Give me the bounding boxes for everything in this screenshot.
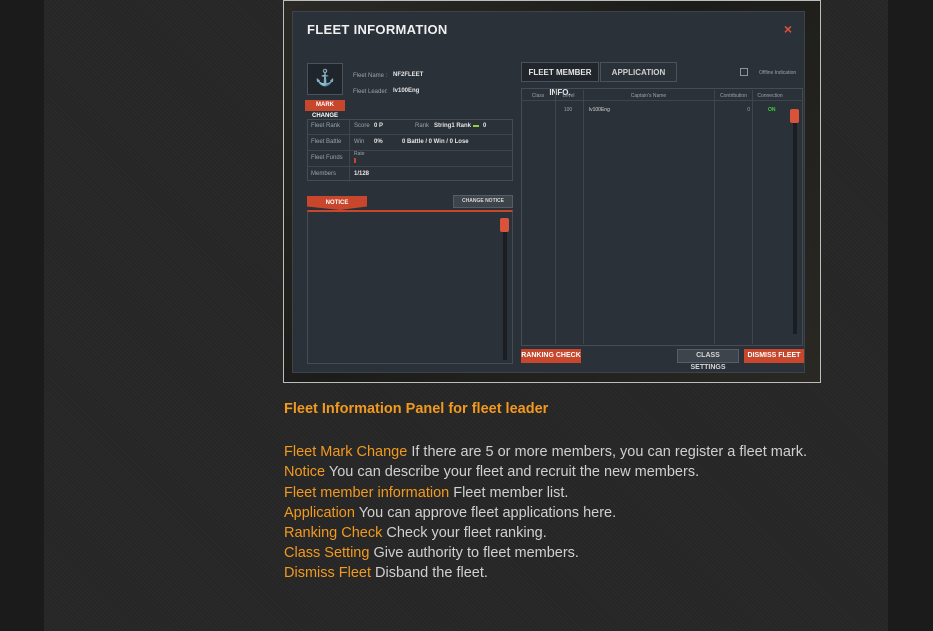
ranking-check-button[interactable]: RANKING CHECK xyxy=(521,349,581,363)
fleet-emblem-icon: ⚓ xyxy=(307,63,343,95)
class-settings-button[interactable]: CLASS SETTINGS xyxy=(677,349,739,371)
fleet-name-separator: : xyxy=(386,73,388,79)
caption-item: Notice You can describe your fleet and r… xyxy=(284,462,699,482)
caption-term: Fleet member information xyxy=(284,485,450,501)
caption-term: Application xyxy=(284,505,355,521)
caption-term: Fleet Mark Change xyxy=(284,444,408,460)
tab-fleet-member-info[interactable]: FLEET MEMBER INFO. xyxy=(521,62,599,97)
caption-item: Application You can approve fleet applic… xyxy=(284,503,616,523)
fleet-battle-label: Fleet Battle xyxy=(311,139,342,145)
funds-rate: Rate xyxy=(354,151,365,157)
fleet-leader-label: Fleet Leader xyxy=(353,89,387,95)
column-class: Class xyxy=(531,93,545,99)
row-level: 100 xyxy=(563,107,573,113)
column-level: Level xyxy=(562,93,575,99)
caption-item: Class Setting Give authority to fleet me… xyxy=(284,543,579,563)
member-scroll-thumb[interactable] xyxy=(790,109,799,123)
fleet-battle-row: Fleet Battle Win 0% 0 Battle / 0 Win / 0… xyxy=(307,135,513,151)
row-connection-status: ON xyxy=(768,107,776,113)
offline-indication-label: Offline Indication xyxy=(759,70,797,76)
caption-item: Fleet member information Fleet member li… xyxy=(284,483,568,503)
caption-term: Ranking Check xyxy=(284,525,383,541)
rank-value: String1 Rank xyxy=(434,123,472,129)
column-divider xyxy=(555,90,556,344)
members-row: Members 1/128 xyxy=(307,167,513,182)
caption-term: Notice xyxy=(284,464,326,480)
caption-heading: Fleet Information Panel for fleet leader xyxy=(284,401,549,417)
notice-scrollbar[interactable] xyxy=(503,218,507,360)
funds-bar xyxy=(354,158,356,163)
fleet-funds-row: Fleet Funds Rate xyxy=(307,151,513,167)
fleet-name-value: NF2FLEET xyxy=(393,72,424,78)
column-captain-name: Captain's Name xyxy=(630,93,667,99)
rank-sub-label: Rank xyxy=(415,123,430,129)
score-label: Score xyxy=(354,123,370,129)
fleet-leader-separator: : xyxy=(386,89,388,95)
dismiss-fleet-button[interactable]: DISMISS FLEET xyxy=(744,349,804,363)
notice-textarea[interactable] xyxy=(307,210,513,364)
score-value: 0 P xyxy=(374,123,384,129)
fleet-rank-label: Fleet Rank xyxy=(311,123,341,129)
win-value: 0% xyxy=(374,139,383,145)
fleet-information-window: FLEET INFORMATION × ⚓ MARK CHANGE Fleet … xyxy=(292,11,805,373)
caption-item: Dismiss Fleet Disband the fleet. xyxy=(284,563,488,583)
notice-scroll-thumb[interactable] xyxy=(500,218,509,232)
offline-indication-checkbox[interactable] xyxy=(740,68,748,76)
column-divider xyxy=(583,90,584,344)
caption-desc: Give authority to fleet members. xyxy=(369,545,579,561)
caption-term: Dismiss Fleet xyxy=(284,565,372,581)
fleet-rank-row: Fleet Rank Score 0 P Rank String1 Rank 0 xyxy=(307,119,513,135)
tab-application[interactable]: APPLICATION xyxy=(600,62,677,82)
members-value: 1/128 xyxy=(354,171,370,177)
game-screenshot: FLEET INFORMATION × ⚓ MARK CHANGE Fleet … xyxy=(283,0,821,383)
row-contribution: 0 xyxy=(747,107,750,113)
caption-desc: Fleet member list. xyxy=(449,485,569,501)
change-notice-button[interactable]: CHANGE NOTICE xyxy=(453,195,513,208)
fleet-leader-value: lv100Eng xyxy=(393,88,420,94)
notice-tab[interactable]: NOTICE xyxy=(307,196,367,210)
table-row[interactable]: 100 lv100Eng 0 ON xyxy=(521,106,786,116)
caption-desc: If there are 5 or more members, you can … xyxy=(407,444,808,460)
caption-item: Ranking Check Check your fleet ranking. xyxy=(284,523,547,543)
column-contribution: Contribution xyxy=(720,93,747,99)
fleet-funds-label: Fleet Funds xyxy=(311,155,343,161)
column-divider xyxy=(752,90,753,344)
window-title: FLEET INFORMATION xyxy=(307,22,448,37)
caption-desc: Check your fleet ranking. xyxy=(382,525,547,541)
battle-record: 0 Battle / 0 Win / 0 Lose xyxy=(402,139,469,145)
fleet-name-label: Fleet Name xyxy=(353,73,385,79)
member-scrollbar[interactable] xyxy=(793,112,797,334)
rank-change-value: 0 xyxy=(483,123,487,129)
rank-change-dash-icon xyxy=(473,125,479,127)
caption-desc: You can approve fleet applications here. xyxy=(354,505,617,521)
close-icon[interactable]: × xyxy=(784,21,792,37)
caption-item: Fleet Mark Change If there are 5 or more… xyxy=(284,442,807,462)
caption-desc: Disband the fleet. xyxy=(371,565,488,581)
caption-term: Class Setting xyxy=(284,545,370,561)
members-label: Members xyxy=(311,171,337,177)
column-connection: Connection xyxy=(757,93,783,99)
win-label: Win xyxy=(354,139,365,145)
row-captain-name: lv100Eng xyxy=(589,107,610,113)
mark-change-button[interactable]: MARK CHANGE xyxy=(305,100,345,119)
member-table xyxy=(521,88,803,346)
column-divider xyxy=(714,90,715,344)
caption-desc: You can describe your fleet and recruit … xyxy=(325,464,700,480)
